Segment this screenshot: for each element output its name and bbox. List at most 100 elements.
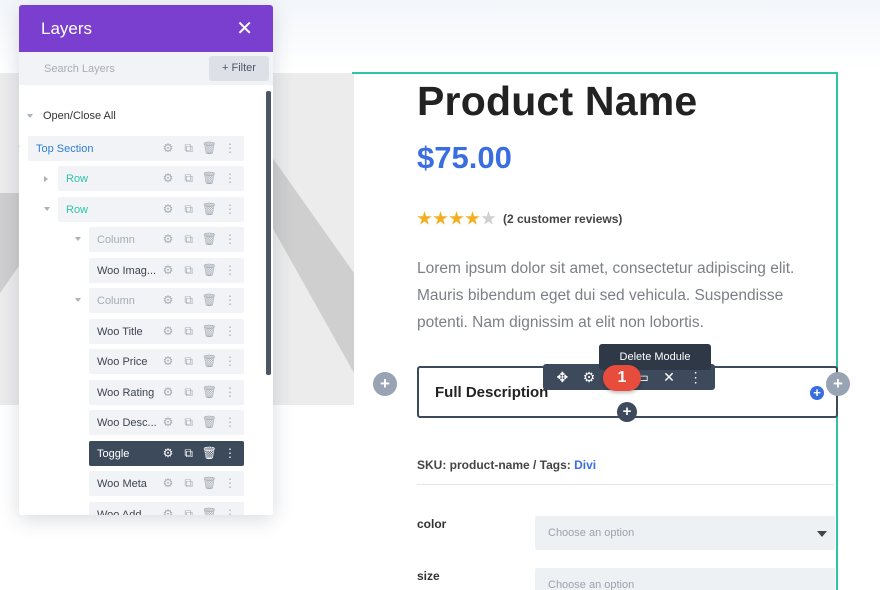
duplicate-icon[interactable]: ⧉ — [181, 507, 197, 515]
duplicate-icon[interactable]: ⧉ — [181, 446, 197, 461]
star-icon — [449, 211, 464, 225]
layer-item[interactable]: Top Section ⚙ ⧉ 🗑 ⋮ — [28, 136, 244, 161]
gear-icon[interactable]: ⚙ — [160, 141, 176, 156]
layer-item-label: Row — [66, 203, 89, 216]
open-close-all[interactable]: Open/Close All — [27, 110, 116, 122]
filter-button[interactable]: + Filter — [209, 56, 269, 81]
more-vertical-icon[interactable]: ⋮ — [222, 141, 238, 156]
product-meta: SKU: product-name / Tags: Divi — [417, 458, 596, 472]
layer-item[interactable]: Woo Title ⚙ ⧉ 🗑 ⋮ — [89, 319, 244, 344]
gear-icon[interactable]: ⚙ — [160, 202, 176, 217]
star-icon — [465, 211, 480, 225]
trash-icon[interactable]: 🗑 — [201, 202, 217, 217]
more-vertical-icon[interactable]: ⋮ — [222, 385, 238, 400]
trash-icon[interactable]: 🗑 — [201, 354, 217, 369]
toggle-open-icon[interactable]: + — [810, 386, 824, 400]
trash-icon[interactable]: 🗑 — [201, 263, 217, 278]
gear-icon[interactable]: ⚙ — [160, 293, 176, 308]
gear-icon[interactable]: ⚙ — [580, 364, 598, 390]
caret-down-icon[interactable] — [75, 298, 81, 302]
trash-icon[interactable]: 🗑 — [201, 446, 217, 461]
duplicate-icon[interactable]: ⧉ — [181, 232, 197, 247]
more-vertical-icon[interactable]: ⋮ — [222, 202, 238, 217]
gear-icon[interactable]: ⚙ — [160, 507, 176, 515]
gear-icon[interactable]: ⚙ — [160, 171, 176, 186]
gear-icon[interactable]: ⚙ — [160, 263, 176, 278]
layer-item[interactable]: Column ⚙ ⧉ 🗑 ⋮ — [89, 227, 244, 252]
layer-item[interactable]: Woo Rating ⚙ ⧉ 🗑 ⋮ — [89, 380, 244, 405]
gear-icon[interactable]: ⚙ — [160, 446, 176, 461]
more-vertical-icon[interactable]: ⋮ — [222, 507, 238, 515]
duplicate-icon[interactable]: ⧉ — [181, 141, 197, 156]
reviews-link[interactable]: (2 customer reviews) — [503, 212, 622, 226]
duplicate-icon[interactable]: ⧉ — [181, 171, 197, 186]
trash-icon[interactable]: 🗑 — [201, 171, 217, 186]
gear-icon[interactable]: ⚙ — [160, 385, 176, 400]
more-vertical-icon[interactable]: ⋮ — [222, 446, 238, 461]
duplicate-icon[interactable]: ⧉ — [181, 476, 197, 491]
gear-icon[interactable]: ⚙ — [160, 324, 176, 339]
trash-icon[interactable]: 🗑 — [201, 141, 217, 156]
duplicate-icon[interactable]: ⧉ — [181, 354, 197, 369]
layers-panel-title: Layers — [41, 19, 93, 38]
trash-icon[interactable]: 🗑 — [201, 232, 217, 247]
caret-down-icon[interactable] — [44, 207, 50, 211]
layer-actions: ⚙ ⧉ 🗑 ⋮ — [160, 171, 244, 186]
caret-down-icon[interactable] — [19, 146, 20, 150]
more-vertical-icon[interactable]: ⋮ — [222, 232, 238, 247]
layer-item[interactable]: Woo Desc... ⚙ ⧉ 🗑 ⋮ — [89, 410, 244, 435]
gear-icon[interactable]: ⚙ — [160, 232, 176, 247]
layer-item[interactable]: Column ⚙ ⧉ 🗑 ⋮ — [89, 288, 244, 313]
duplicate-icon[interactable]: ⧉ — [181, 324, 197, 339]
layer-item-label: Woo Price — [97, 355, 148, 368]
gear-icon[interactable]: ⚙ — [160, 476, 176, 491]
trash-icon[interactable]: 🗑 — [201, 293, 217, 308]
more-vertical-icon[interactable]: ⋮ — [222, 171, 238, 186]
product-description: Lorem ipsum dolor sit amet, consectetur … — [417, 260, 795, 331]
color-select[interactable]: Choose an option — [535, 516, 835, 550]
layer-item-label: Top Section — [36, 142, 94, 155]
sku-text: SKU: product-name / Tags: — [417, 458, 575, 472]
layer-item[interactable]: Toggle ⚙ ⧉ 🗑 ⋮ — [89, 441, 244, 466]
layer-item[interactable]: Woo Imag... ⚙ ⧉ 🗑 ⋮ — [89, 258, 244, 283]
more-vertical-icon[interactable]: ⋮ — [222, 263, 238, 278]
duplicate-icon[interactable]: ⧉ — [181, 263, 197, 278]
layer-actions: ⚙ ⧉ 🗑 ⋮ — [160, 141, 244, 156]
duplicate-icon[interactable]: ⧉ — [181, 293, 197, 308]
add-column-right-icon[interactable]: + — [826, 372, 850, 396]
color-label: color — [417, 517, 447, 531]
more-vertical-icon[interactable]: ⋮ — [222, 324, 238, 339]
trash-icon[interactable]: 🗑 — [201, 507, 217, 515]
trash-icon[interactable]: 🗑 — [201, 415, 217, 430]
add-module-icon[interactable]: + — [617, 402, 637, 422]
layer-item[interactable]: Woo Price ⚙ ⧉ 🗑 ⋮ — [89, 349, 244, 374]
caret-right-icon[interactable] — [44, 176, 48, 182]
layer-item[interactable]: Woo Meta ⚙ ⧉ 🗑 ⋮ — [89, 471, 244, 496]
add-column-left-icon[interactable]: + — [373, 372, 397, 396]
move-icon[interactable]: ✥ — [553, 364, 571, 390]
trash-icon[interactable]: 🗑 — [201, 324, 217, 339]
more-vertical-icon[interactable]: ⋮ — [222, 476, 238, 491]
layer-item[interactable]: Row ⚙ ⧉ 🗑 ⋮ — [58, 197, 244, 222]
duplicate-icon[interactable]: ⧉ — [181, 415, 197, 430]
layer-item[interactable]: Woo Add... ⚙ ⧉ 🗑 ⋮ — [89, 502, 244, 515]
more-vertical-icon[interactable]: ⋮ — [222, 415, 238, 430]
gear-icon[interactable]: ⚙ — [160, 354, 176, 369]
layer-actions: ⚙ ⧉ 🗑 ⋮ — [160, 232, 244, 247]
more-vertical-icon[interactable]: ⋮ — [222, 293, 238, 308]
duplicate-icon[interactable]: ⧉ — [181, 385, 197, 400]
product-title: Product Name — [417, 78, 698, 124]
duplicate-icon[interactable]: ⧉ — [181, 202, 197, 217]
trash-icon[interactable]: 🗑 — [201, 385, 217, 400]
caret-down-icon[interactable] — [75, 237, 81, 241]
layer-item-label: Woo Meta — [97, 477, 147, 490]
close-icon[interactable]: ✕ — [236, 16, 253, 41]
size-select[interactable]: Choose an option — [535, 568, 835, 590]
scrollbar[interactable] — [266, 91, 271, 375]
gear-icon[interactable]: ⚙ — [160, 415, 176, 430]
layer-item[interactable]: Row ⚙ ⧉ 🗑 ⋮ — [58, 166, 244, 191]
trash-icon[interactable]: 🗑 — [201, 476, 217, 491]
search-input[interactable] — [19, 52, 209, 85]
more-vertical-icon[interactable]: ⋮ — [222, 354, 238, 369]
tag-link[interactable]: Divi — [574, 458, 596, 472]
